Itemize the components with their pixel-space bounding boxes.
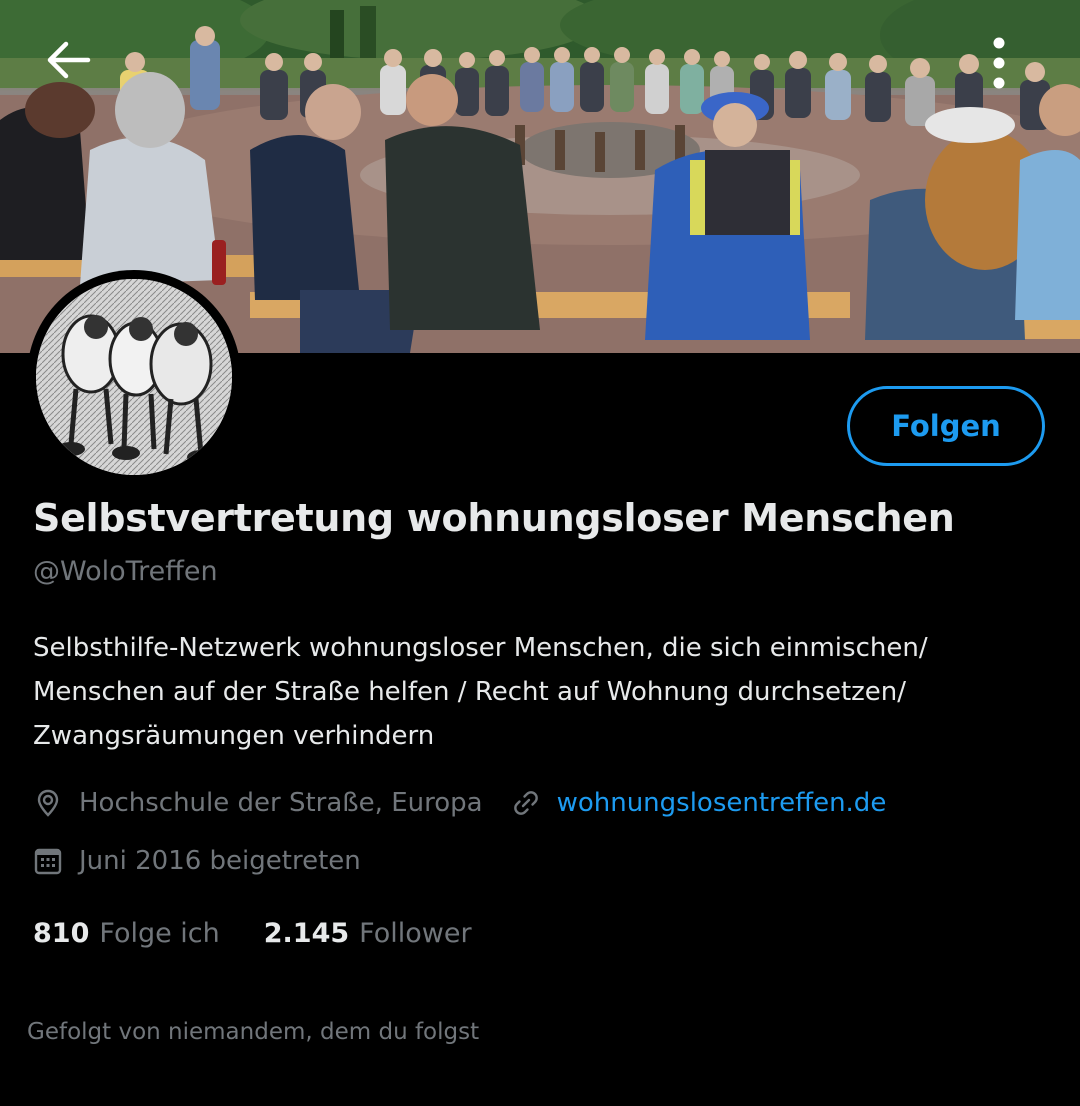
followers-label: Follower — [359, 918, 472, 949]
profile-handle: @WoloTreffen — [33, 556, 218, 587]
link-icon — [511, 788, 541, 818]
bio-line: Selbsthilfe-Netzwerk wohnungsloser Mensc… — [33, 633, 928, 663]
more-vertical-icon — [993, 37, 1005, 89]
avatar-image — [36, 279, 232, 475]
following-label: Folge ich — [99, 918, 220, 949]
profile-meta-location-row: Hochschule der Straße, Europa wohnungslo… — [33, 788, 886, 818]
profile-stats: 810 Folge ich 2.145 Follower — [33, 918, 472, 949]
arrow-left-icon — [47, 41, 91, 79]
profile-website-link[interactable]: wohnungslosentreffen.de — [557, 788, 887, 818]
followed-by-text: Gefolgt von niemandem, dem du folgst — [27, 1019, 480, 1045]
follow-button[interactable]: Folgen — [847, 386, 1045, 466]
followers-stat-link[interactable]: 2.145 Follower — [264, 918, 472, 949]
profile-joined-date: Juni 2016 beigetreten — [79, 846, 361, 876]
profile-avatar[interactable] — [27, 270, 241, 484]
followers-count: 2.145 — [263, 918, 350, 949]
bio-line: Menschen auf der Straße helfen / Recht a… — [33, 677, 907, 707]
more-options-button[interactable] — [992, 36, 1032, 100]
following-count: 810 — [33, 918, 90, 949]
following-stat-link[interactable]: 810 Folge ich — [33, 918, 220, 949]
profile-display-name: Selbstvertretung wohnungsloser Menschen — [33, 496, 955, 540]
bio-line: Zwangsräumungen verhindern — [33, 721, 435, 751]
location-pin-icon — [33, 788, 63, 818]
profile-bio: Selbsthilfe-Netzwerk wohnungsloser Mensc… — [33, 626, 1043, 758]
calendar-icon — [33, 846, 63, 876]
back-button[interactable] — [44, 40, 104, 96]
profile-location: Hochschule der Straße, Europa — [79, 788, 483, 818]
profile-meta-joined-row: Juni 2016 beigetreten — [33, 846, 361, 876]
